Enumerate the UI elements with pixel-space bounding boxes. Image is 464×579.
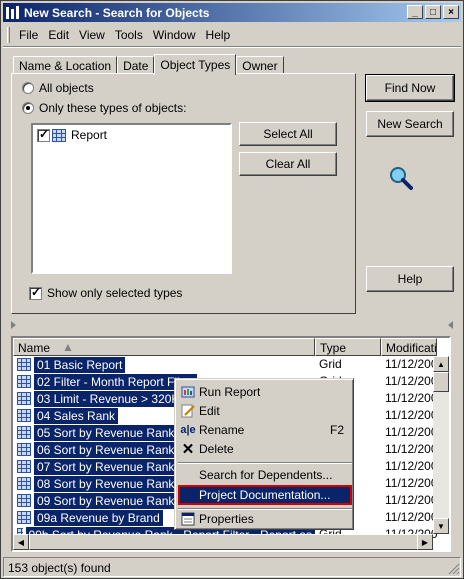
- scroll-left-icon[interactable]: ◀: [13, 534, 29, 550]
- grid-report-icon: [17, 426, 31, 439]
- row-modified: 11/12/200: [385, 493, 438, 507]
- title-bar[interactable]: New Search - Search for Objects _ □ ×: [3, 3, 461, 22]
- close-button[interactable]: ×: [443, 5, 459, 19]
- show-only-selected-option[interactable]: Show only selected types: [29, 285, 182, 300]
- sort-ascending-icon: ▲: [62, 340, 74, 354]
- row-modified: 11/12/200: [385, 442, 438, 456]
- menu-grip: [7, 27, 10, 43]
- radio-circle: [22, 82, 34, 94]
- column-header-name[interactable]: Name ▲: [13, 338, 315, 356]
- select-all-button[interactable]: Select All: [239, 122, 337, 146]
- menu-separator: [178, 462, 352, 464]
- row-type: Grid: [319, 357, 342, 371]
- row-modified: 11/12/200: [385, 357, 438, 371]
- menu-item-properties[interactable]: Properties: [178, 510, 352, 528]
- row-name: 02 Filter - Month Report Filter: [34, 373, 197, 390]
- menu-item-search-dependents[interactable]: Search for Dependents...: [178, 466, 352, 484]
- row-modified: 11/12/200: [385, 425, 438, 439]
- radio-all-objects[interactable]: All objects: [22, 81, 94, 95]
- maximize-button[interactable]: □: [425, 5, 441, 19]
- menu-help[interactable]: Help: [201, 28, 236, 42]
- minimize-button[interactable]: _: [407, 5, 423, 19]
- status-text: 153 object(s) found: [8, 561, 111, 575]
- menu-file[interactable]: File: [14, 28, 43, 42]
- row-name: 01 Basic Report: [34, 356, 126, 373]
- help-button[interactable]: Help: [366, 266, 454, 292]
- properties-icon: [180, 511, 196, 527]
- grid-report-icon: [17, 358, 31, 371]
- menu-edit[interactable]: Edit: [43, 28, 74, 42]
- pane-splitter[interactable]: [5, 321, 459, 329]
- menu-item-run-report[interactable]: Run Report: [178, 383, 352, 401]
- tab-owner[interactable]: Owner: [236, 56, 284, 74]
- grid-report-icon: [17, 477, 31, 490]
- scroll-down-icon[interactable]: ▼: [433, 518, 449, 534]
- menu-item-delete[interactable]: ✕ Delete: [178, 440, 352, 458]
- app-icon: [5, 5, 21, 21]
- row-modified: 11/12/200: [385, 374, 438, 388]
- row-name: 04 Sales Rank: [34, 407, 119, 424]
- menu-tools[interactable]: Tools: [110, 28, 148, 42]
- status-bar: 153 object(s) found: [3, 557, 461, 577]
- object-types-list[interactable]: Report: [31, 123, 232, 274]
- search-window: New Search - Search for Objects _ □ × Fi…: [0, 0, 464, 579]
- tab-name-location[interactable]: Name & Location: [13, 56, 118, 74]
- row-modified: 11/12/200: [385, 391, 438, 405]
- menu-view[interactable]: View: [74, 28, 110, 42]
- horizontal-scroll-thumb[interactable]: [29, 534, 419, 550]
- tab-object-types[interactable]: Object Types: [154, 54, 237, 75]
- grid-report-icon: [52, 128, 66, 142]
- resize-grip-icon[interactable]: [448, 563, 460, 575]
- splitter-right-arrow-icon: [448, 321, 453, 329]
- magnifier-icon: [387, 164, 415, 195]
- grid-report-icon: [17, 443, 31, 456]
- table-row[interactable]: 01 Basic Report: [13, 356, 315, 373]
- row-name: 03 Limit - Revenue > 320K: [34, 390, 183, 407]
- row-modified: 11/12/200: [385, 459, 438, 473]
- grid-report-icon: [17, 409, 31, 422]
- radio-only-these-types[interactable]: Only these types of objects:: [22, 101, 186, 115]
- delete-icon: ✕: [181, 441, 195, 458]
- splitter-left-arrow-icon: [11, 321, 16, 329]
- scroll-right-icon[interactable]: ▶: [417, 534, 433, 550]
- show-only-selected-checkbox[interactable]: [29, 285, 42, 300]
- tab-date[interactable]: Date: [117, 56, 155, 74]
- grid-report-icon: [17, 460, 31, 473]
- edit-icon: [180, 403, 196, 419]
- column-header-type[interactable]: Type: [315, 338, 381, 356]
- row-modified: 11/12/200: [385, 476, 438, 490]
- tab-strip: Name & Location Date Object Types Owner: [13, 54, 284, 75]
- menu-window[interactable]: Window: [148, 28, 201, 42]
- list-item[interactable]: Report: [37, 127, 107, 142]
- menu-bar: File Edit View Tools Window Help: [3, 25, 235, 45]
- run-report-icon: [180, 384, 196, 400]
- rename-icon: a|e: [180, 424, 196, 436]
- row-modified: 11/12/200: [385, 510, 438, 524]
- new-search-button[interactable]: New Search: [366, 111, 454, 137]
- row-name: 09a Revenue by Brand: [34, 509, 163, 526]
- grid-report-icon: [17, 494, 31, 507]
- menu-item-rename[interactable]: a|e Rename F2: [178, 421, 352, 439]
- column-header-modification[interactable]: Modificatio: [381, 338, 437, 356]
- grid-report-icon: [17, 511, 31, 524]
- find-now-button[interactable]: Find Now: [365, 74, 455, 102]
- window-title: New Search - Search for Objects: [24, 5, 210, 20]
- clear-all-button[interactable]: Clear All: [239, 152, 337, 176]
- grid-report-icon: [17, 392, 31, 405]
- menu-item-project-documentation[interactable]: Project Documentation...: [178, 485, 352, 505]
- radio-circle-selected: [22, 102, 34, 114]
- report-type-checkbox[interactable]: [37, 127, 50, 142]
- grid-report-icon: [17, 375, 31, 388]
- vertical-scrollbar[interactable]: ▲ ▼: [433, 356, 449, 534]
- scroll-thumb[interactable]: [433, 372, 449, 392]
- menu-item-edit[interactable]: Edit: [178, 402, 352, 420]
- row-modified: 11/12/200: [385, 408, 438, 422]
- row-name: 05 Sort by Revenue Rank: [34, 424, 178, 441]
- menu-separator: [3, 46, 461, 48]
- scroll-up-icon[interactable]: ▲: [433, 356, 449, 372]
- context-menu: Run Report Edit a|e Rename F2 ✕ Delete S…: [174, 378, 354, 530]
- horizontal-scrollbar[interactable]: ◀ ▶: [13, 534, 433, 550]
